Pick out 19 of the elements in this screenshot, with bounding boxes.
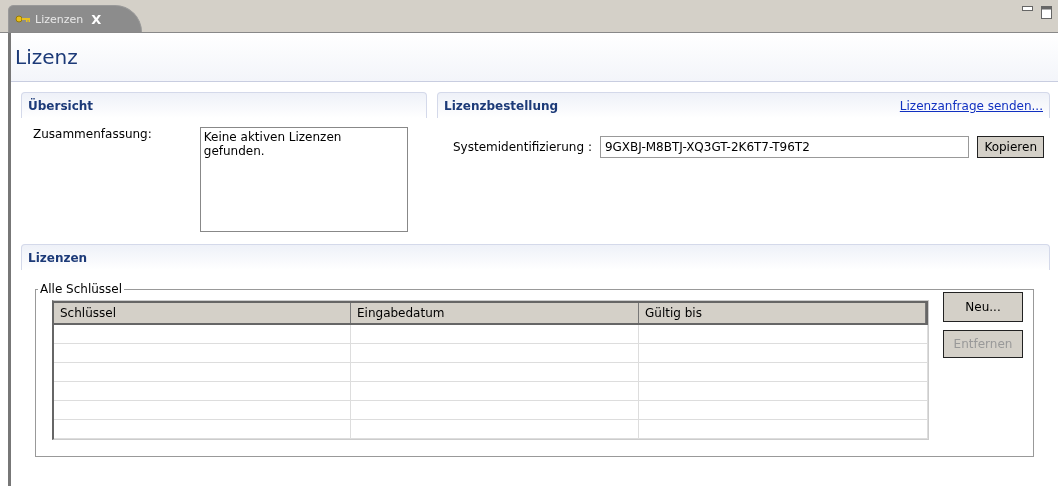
column-header[interactable]: Gültig bis [639, 303, 926, 323]
section-title: Übersicht [28, 98, 94, 113]
minimize-icon[interactable] [1022, 6, 1033, 11]
summary-label: Zusammenfassung: [33, 127, 152, 143]
column-header[interactable]: Eingabedatum [351, 303, 639, 323]
tab-label: Lizenzen [35, 12, 84, 26]
section-title: Lizenzen [28, 250, 88, 265]
section-title: Lizenzbestellung [444, 98, 559, 113]
column-header[interactable]: Schlüssel [54, 303, 351, 323]
summary-field[interactable]: Keine aktiven Lizenzen gefunden. [199, 127, 408, 232]
page-title: Lizenz [15, 45, 78, 69]
new-button[interactable]: Neu... [943, 292, 1023, 322]
key-icon [15, 15, 31, 23]
request-link[interactable]: Lizenzanfrage senden... [899, 98, 1043, 113]
maximize-icon[interactable] [1041, 6, 1052, 19]
copy-button[interactable]: Kopieren [977, 136, 1044, 158]
system-id-field[interactable]: 9GXBJ-M8BTJ-XQ3GT-2K6T7-T96T2 [599, 136, 970, 158]
system-id-label: Systemidentifizierung : [453, 140, 592, 154]
group-label: Alle Schlüssel [39, 282, 124, 296]
